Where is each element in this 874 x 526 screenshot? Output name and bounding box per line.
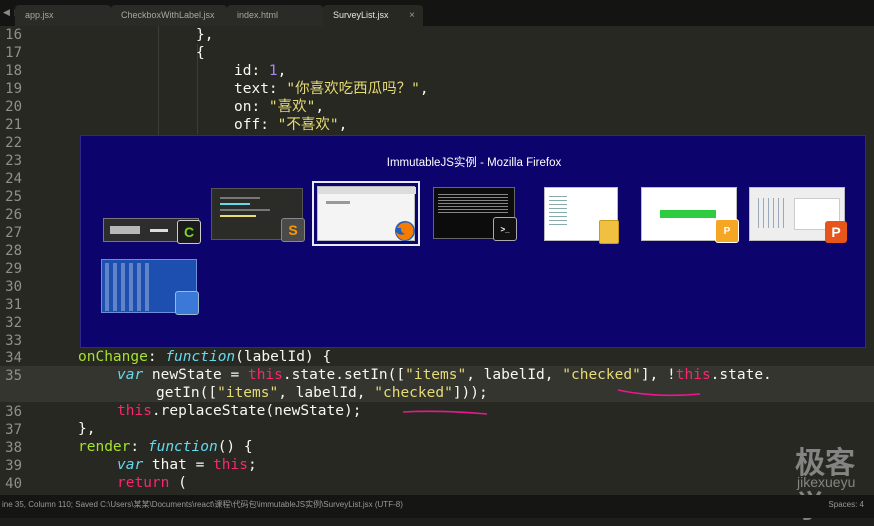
line-number: 39: [5, 458, 22, 474]
preview-line: [220, 197, 260, 199]
firefox-icon: [395, 221, 415, 241]
line-gutter: 16 17 18 19 20 21 22 23 24 25 26 27 28 2…: [0, 26, 40, 495]
tab-label: app.jsx: [25, 10, 54, 20]
powerpoint-app-icon: P: [825, 221, 847, 243]
line-number: 30: [5, 279, 22, 295]
line-number: 33: [5, 333, 22, 349]
preview-line: [220, 215, 256, 217]
tab-label: index.html: [237, 10, 279, 20]
window-thumb-explorer[interactable]: [544, 187, 620, 244]
folder-icon: [598, 220, 620, 244]
slide-thumbs: [758, 198, 788, 228]
window-thumb-camtasia[interactable]: C: [103, 218, 201, 244]
sublime-app-icon: S: [281, 218, 305, 242]
window-thumb-firefox[interactable]: [317, 186, 416, 241]
window-thumb-webpage[interactable]: P: [641, 187, 739, 243]
line-number: 24: [5, 171, 22, 187]
green-banner: [660, 210, 716, 218]
close-tab-icon[interactable]: ×: [409, 5, 415, 26]
line-number: 31: [5, 297, 22, 313]
line-number: 29: [5, 261, 22, 277]
code-line-17: {: [196, 45, 205, 61]
line-number: 27: [5, 225, 22, 241]
code-line-39: var that = this;: [117, 457, 257, 473]
code-line-19: text: "你喜欢吃西瓜吗？",: [234, 81, 429, 97]
line-number: 19: [5, 81, 22, 97]
desktop-icons: [105, 263, 149, 311]
window-thumb-sublime[interactable]: S: [211, 188, 305, 242]
underline-annotation-checked: [617, 389, 701, 397]
line-number: 21: [5, 117, 22, 133]
preview-line: [326, 201, 350, 204]
tab-index-html[interactable]: index.html: [227, 5, 323, 26]
watermark-en: jikexueyu: [797, 474, 856, 490]
recorder-display: [110, 226, 140, 234]
line-number: 36: [5, 404, 22, 420]
window-thumb-presentation[interactable]: P: [749, 187, 847, 243]
tab-bar: ◀ ▶ app.jsx CheckboxWithLabel.jsx index.…: [0, 0, 874, 26]
tab-checkboxwithlabel-jsx[interactable]: CheckboxWithLabel.jsx: [111, 5, 227, 26]
line-number: 17: [5, 45, 22, 61]
code-line-38: render: function() {: [78, 439, 253, 455]
powerpoint-doc-icon: P: [715, 219, 739, 243]
line-number: 26: [5, 207, 22, 223]
code-line-36: this.replaceState(newState);: [117, 403, 362, 419]
browser-toolbar: [318, 187, 416, 194]
line-number: 32: [5, 315, 22, 331]
tab-app-jsx[interactable]: app.jsx: [15, 5, 111, 26]
underline-annotation-replacestate: [402, 410, 488, 415]
switcher-title: ImmutableJS实例 - Mozilla Firefox: [386, 157, 562, 169]
line-number: 37: [5, 422, 22, 438]
code-line-16: },: [196, 27, 214, 43]
status-text: ine 35, Column 110; Saved C:\Users\某某\Do…: [2, 500, 403, 509]
line-number: 18: [5, 63, 22, 79]
line-number: 22: [5, 135, 22, 151]
tab-surveylist-jsx[interactable]: SurveyList.jsx ×: [323, 5, 423, 26]
camtasia-app-icon: C: [177, 220, 201, 244]
code-line-40: return (: [117, 475, 187, 491]
code-line-18: id: 1,: [234, 63, 287, 79]
code-line-21: off: "不喜欢",: [234, 117, 348, 133]
line-number: 16: [5, 27, 22, 43]
line-number: 38: [5, 440, 22, 456]
line-number: 28: [5, 243, 22, 259]
tab-label: CheckboxWithLabel.jsx: [121, 10, 215, 20]
window-switcher: ImmutableJS实例 - Mozilla Firefox C S >_ P…: [80, 135, 866, 348]
folder-tree: [549, 196, 567, 226]
line-number: 25: [5, 189, 22, 205]
terminal-app-icon: >_: [493, 217, 517, 241]
line-number: 23: [5, 153, 22, 169]
code-line-35-wrap: getIn(["items", labelId, "checked"]));: [156, 385, 488, 401]
line-number: 34: [5, 350, 22, 366]
tab-label: SurveyList.jsx: [333, 10, 389, 20]
preview-line: [220, 209, 270, 211]
code-line-34: onChange: function(labelId) {: [78, 349, 332, 365]
code-line-35: var newState = this.state.setIn(["items"…: [117, 367, 772, 383]
recorder-level: [150, 229, 168, 232]
desktop-icon: [175, 291, 199, 315]
indentation-setting[interactable]: Spaces: 4: [828, 495, 864, 515]
line-number: 40: [5, 476, 22, 492]
line-number: 20: [5, 99, 22, 115]
terminal-text: [438, 194, 508, 214]
code-line-37: },: [78, 421, 96, 437]
line-number: 35: [5, 368, 22, 384]
window-thumb-desktop[interactable]: [101, 259, 199, 315]
code-line-20: on: "喜欢",: [234, 99, 325, 115]
status-bar: ine 35, Column 110; Saved C:\Users\某某\Do…: [0, 495, 874, 518]
window-thumb-terminal[interactable]: >_: [433, 187, 517, 241]
preview-line: [220, 203, 250, 205]
